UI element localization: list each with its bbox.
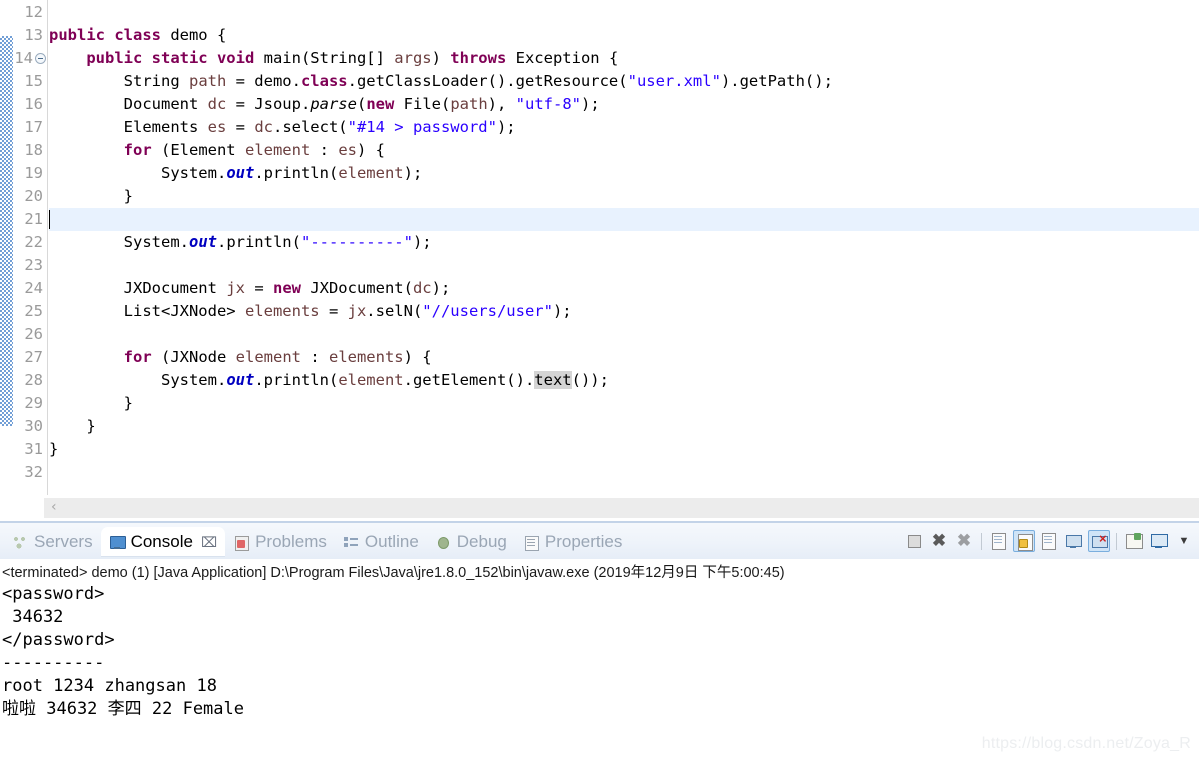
display-selected-console-button[interactable] (1148, 530, 1170, 552)
code-line[interactable]: public static void main(String[] args) t… (49, 47, 618, 70)
annotation-ruler[interactable] (0, 0, 13, 495)
line-number: 25 (24, 302, 43, 320)
tab-problems[interactable]: Problems (225, 527, 335, 557)
problems-icon (233, 534, 250, 551)
console-output-line: <password> (2, 584, 105, 604)
current-line-highlight (49, 208, 1199, 231)
console-icon (109, 534, 126, 551)
scrollbar-track[interactable] (44, 498, 1199, 518)
line-number: 14 (14, 49, 33, 67)
open-console-button[interactable] (1123, 530, 1145, 552)
bottom-view-stack: Servers Console ⌧ Problems Outline Debug Prope… (0, 521, 1199, 760)
tab-label: Debug (456, 532, 507, 551)
debug-icon (435, 534, 452, 551)
code-line[interactable]: String path = demo.class.getClassLoader(… (49, 70, 833, 93)
tab-outline[interactable]: Outline (335, 527, 427, 557)
terminate-button[interactable] (903, 530, 925, 552)
line-number: 17 (24, 118, 43, 136)
console-output-line: 啦啦 34632 李四 22 Female (2, 699, 244, 719)
console-output-line: 34632 (2, 607, 64, 627)
remove-all-launches-button[interactable]: ✖ (953, 530, 975, 552)
tab-label: Outline (364, 532, 419, 551)
code-line[interactable]: List<JXNode> elements = jx.selN("//users… (49, 300, 572, 323)
console-output-line: ---------- (2, 653, 105, 673)
tab-properties[interactable]: Properties (515, 527, 630, 557)
console-menu-dropdown[interactable]: ▼ (1173, 530, 1195, 552)
line-number: 16 (24, 95, 43, 113)
line-number: 30 (24, 417, 43, 435)
scroll-lock-button[interactable] (1013, 530, 1035, 552)
code-line[interactable] (49, 323, 58, 346)
tab-label: Console (130, 532, 193, 551)
line-number: 32 (24, 463, 43, 481)
line-number: 23 (24, 256, 43, 274)
line-number: 18 (24, 141, 43, 159)
code-line[interactable]: for (Element element : es) { (49, 139, 385, 162)
word-wrap-button[interactable] (1038, 530, 1060, 552)
console-output-line: root 1234 zhangsan 18 (2, 676, 217, 696)
tab-servers[interactable]: Servers (4, 527, 101, 557)
console-terminated-header: <terminated> demo (1) [Java Application]… (2, 565, 785, 581)
line-number: 19 (24, 164, 43, 182)
separator-1 (981, 532, 982, 550)
line-number: 31 (24, 440, 43, 458)
line-number: 15 (24, 72, 43, 90)
text-caret (49, 210, 50, 229)
code-line[interactable]: Document dc = Jsoup.parse(new File(path)… (49, 93, 600, 116)
tab-label: Servers (34, 532, 93, 551)
line-number: 20 (24, 187, 43, 205)
clear-console-button[interactable] (988, 530, 1010, 552)
scroll-left-icon[interactable]: ‹ (51, 500, 62, 514)
close-icon[interactable]: ⌧ (201, 534, 217, 551)
code-line[interactable] (49, 1, 58, 24)
console-output-panel[interactable]: <terminated> demo (1) [Java Application]… (0, 559, 1199, 760)
code-line[interactable]: } (49, 415, 95, 438)
line-number: 27 (24, 348, 43, 366)
code-line[interactable] (49, 254, 58, 277)
watermark-text: https://blog.csdn.net/Zoya_R (981, 735, 1191, 752)
code-line[interactable]: public class demo { (49, 24, 226, 47)
line-number: 12 (24, 3, 43, 21)
view-tab-bar: Servers Console ⌧ Problems Outline Debug Prope… (0, 523, 1199, 559)
code-line[interactable]: System.out.println(element); (49, 162, 422, 185)
fold-collapse-icon[interactable] (35, 53, 46, 64)
editor-horizontal-scrollbar[interactable]: ‹ (0, 495, 1199, 521)
remove-launch-button[interactable]: ✖ (928, 530, 950, 552)
servers-icon (12, 534, 29, 551)
code-line[interactable]: System.out.println("----------"); (49, 231, 432, 254)
line-number: 13 (24, 26, 43, 44)
code-line[interactable]: Elements es = dc.select("#14 > password"… (49, 116, 516, 139)
code-line[interactable] (49, 208, 58, 231)
console-view-toolbar: ✖✖ ▼ (903, 528, 1195, 554)
code-line[interactable]: JXDocument jx = new JXDocument(dc); (49, 277, 451, 300)
eclipse-ide-window: 12 13 14 15 16 17 18 19 20 21 22 23 24 25 26 27 28 29 30 31… (0, 0, 1199, 760)
line-number: 24 (24, 279, 43, 297)
tab-debug[interactable]: Debug (427, 527, 515, 557)
view-tabs: Servers Console ⌧ Problems Outline Debug Prope… (4, 526, 630, 558)
console-output-line: </password> (2, 630, 115, 650)
java-editor[interactable]: 12 13 14 15 16 17 18 19 20 21 22 23 24 25 26 27 28 29 30 31… (0, 0, 1199, 495)
code-line[interactable]: } (49, 185, 133, 208)
outline-icon (343, 534, 360, 551)
separator-2 (1116, 532, 1117, 550)
annotation-marker[interactable] (0, 36, 13, 426)
tab-console[interactable]: Console ⌧ (100, 527, 226, 557)
tab-label: Properties (544, 532, 623, 551)
code-area[interactable]: public class demo { public static void m… (49, 0, 1199, 495)
code-line[interactable]: } (49, 438, 58, 461)
line-number-gutter: 12 13 14 15 16 17 18 19 20 21 22 23 24 25 26 27 28 29 30 31… (13, 0, 48, 495)
code-line[interactable]: for (JXNode element : elements) { (49, 346, 432, 369)
show-console-on-output-button[interactable] (1063, 530, 1085, 552)
code-line[interactable]: System.out.println(element.getElement().… (49, 369, 609, 392)
code-line[interactable]: } (49, 392, 133, 415)
line-number: 21 (24, 210, 43, 228)
show-console-on-error-button[interactable] (1088, 530, 1110, 552)
properties-icon (523, 534, 540, 551)
line-number: 26 (24, 325, 43, 343)
line-number: 22 (24, 233, 43, 251)
code-line[interactable] (49, 461, 58, 484)
tab-label: Problems (255, 532, 327, 551)
line-number: 29 (24, 394, 43, 412)
line-number: 28 (24, 371, 43, 389)
